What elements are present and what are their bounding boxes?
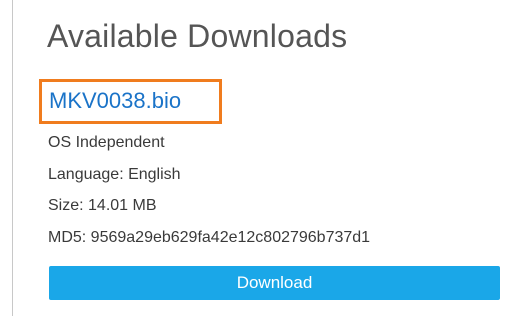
- md5-info: MD5: 9569a29eb629fa42e12c802796b737d1: [48, 229, 371, 246]
- download-button[interactable]: Download: [49, 266, 500, 300]
- available-downloads-panel: Available Downloads MKV0038.bio OS Indep…: [12, 0, 515, 316]
- os-info: OS Independent: [48, 134, 165, 151]
- language-info: Language: English: [48, 166, 181, 183]
- file-name-link[interactable]: MKV0038.bio: [49, 88, 181, 114]
- size-info: Size: 14.01 MB: [48, 197, 157, 214]
- section-title: Available Downloads: [47, 18, 348, 54]
